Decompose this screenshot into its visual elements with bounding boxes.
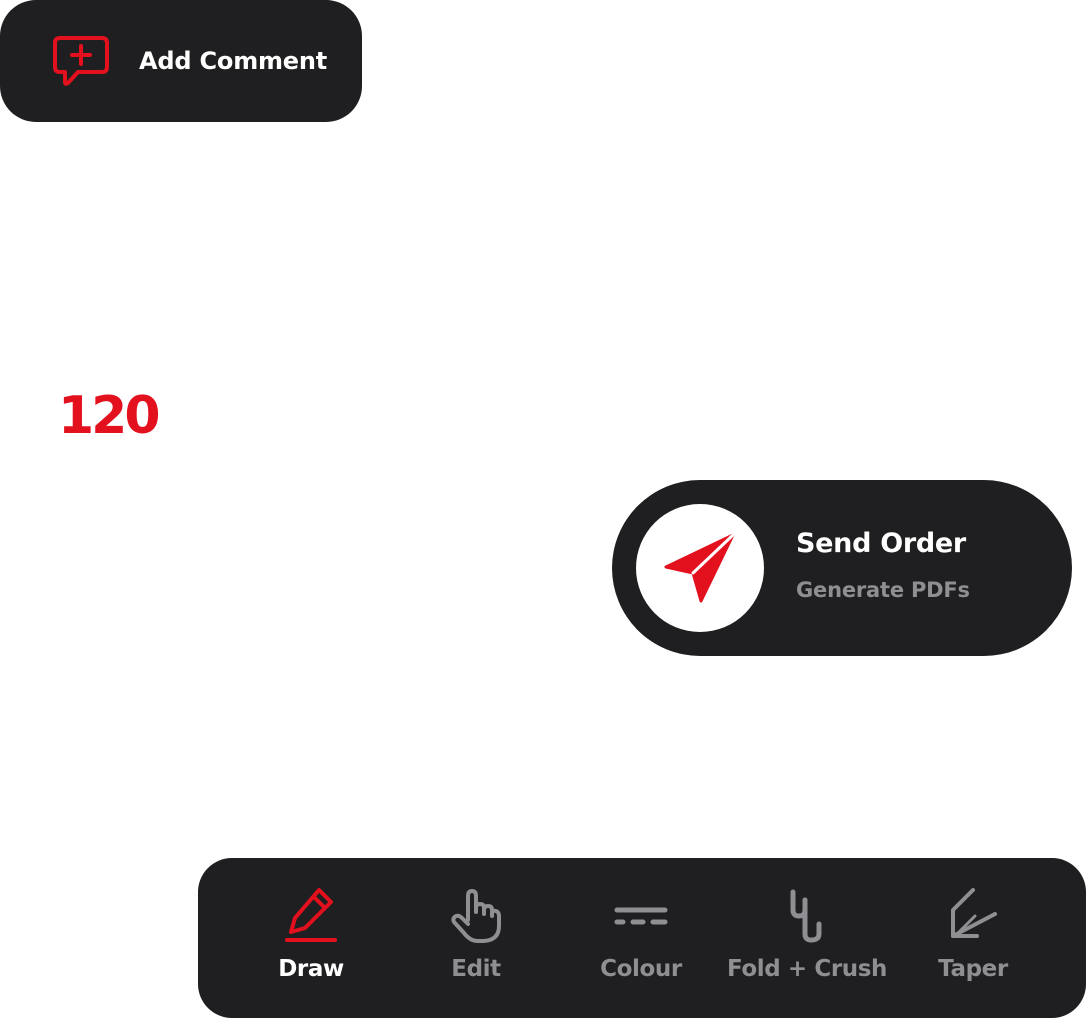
fold-crush-icon — [790, 889, 822, 943]
tool-edit[interactable]: Edit — [393, 858, 559, 1018]
tool-colour[interactable]: Colour — [558, 858, 724, 1018]
tool-label: Fold + Crush — [726, 956, 888, 982]
tool-label: Colour — [600, 956, 682, 982]
send-order-subtitle: Generate PDFs — [796, 578, 970, 602]
pencil-icon — [285, 888, 337, 942]
tool-fold-crush[interactable]: Fold + Crush — [724, 858, 890, 1018]
paper-plane-icon — [664, 533, 735, 603]
add-comment-button[interactable]: Add Comment — [0, 0, 362, 122]
send-order-title: Send Order — [796, 528, 966, 559]
hand-pointer-icon — [451, 889, 501, 943]
tool-draw[interactable]: Draw — [228, 858, 394, 1018]
tool-bar: Draw Edit Colour Fold + Crush Taper — [198, 858, 1086, 1018]
tool-label: Taper — [938, 956, 1008, 982]
tool-taper[interactable]: Taper — [890, 858, 1056, 1018]
send-icon-circle — [636, 504, 764, 632]
dashed-lines-icon — [614, 907, 668, 925]
tool-label: Draw — [278, 956, 344, 982]
send-order-button[interactable]: Send Order Generate PDFs — [612, 480, 1072, 656]
tool-label: Edit — [451, 956, 501, 982]
taper-icon — [951, 888, 997, 938]
count-value: 120 — [58, 386, 161, 446]
add-comment-label: Add Comment — [139, 47, 328, 75]
comment-plus-icon — [53, 36, 109, 86]
